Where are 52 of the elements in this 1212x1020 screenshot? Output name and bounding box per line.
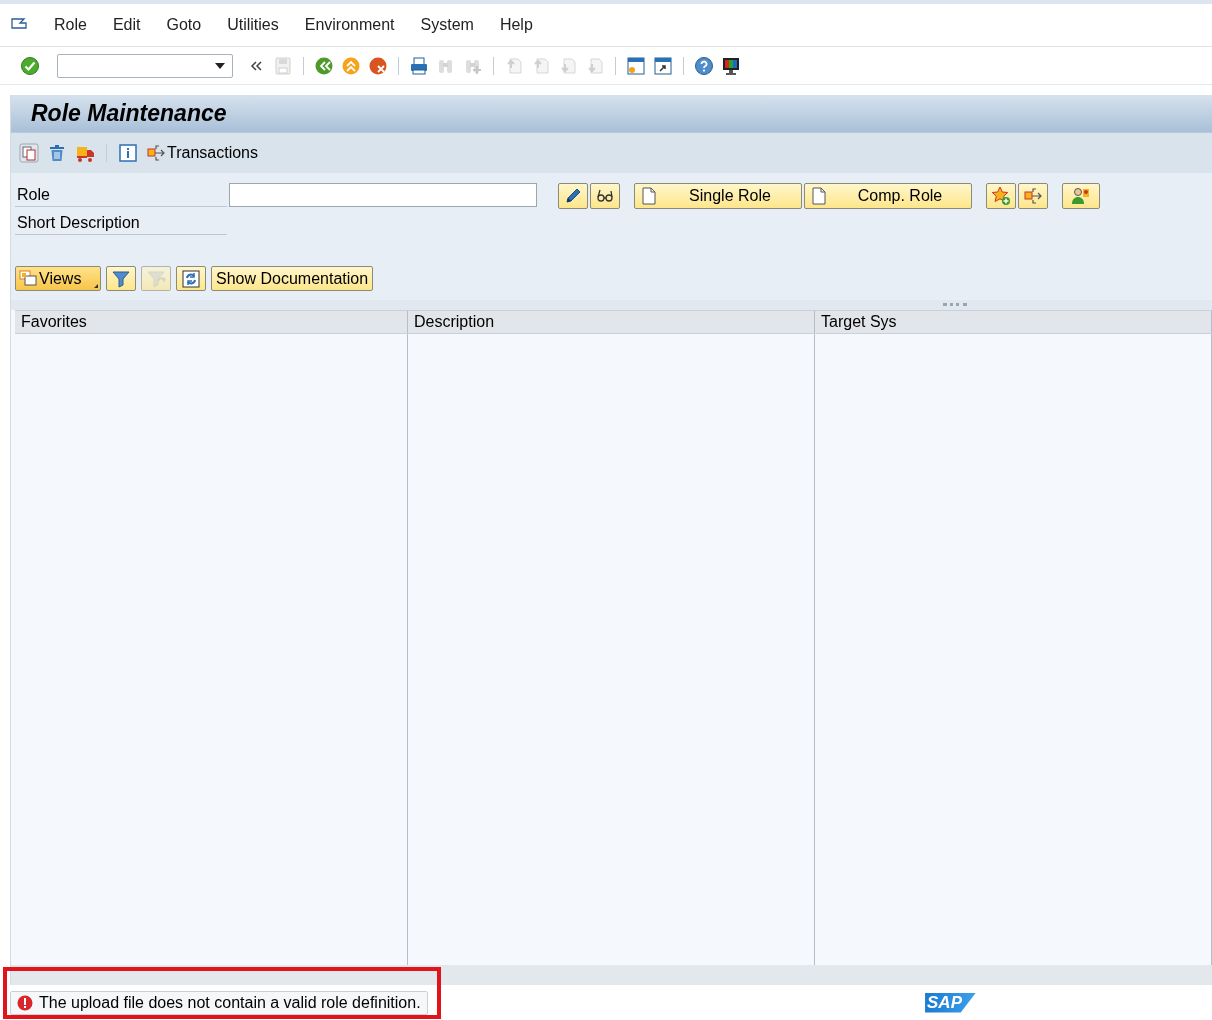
arrow-box-icon[interactable] (146, 143, 166, 163)
star-plus-icon[interactable] (991, 186, 1011, 206)
document-icon[interactable] (809, 186, 829, 206)
views-icon[interactable] (18, 268, 38, 289)
new-window-icon[interactable] (626, 55, 646, 76)
back-icon[interactable] (314, 55, 334, 76)
column-header[interactable]: Favorites (15, 311, 408, 333)
pencil-icon[interactable] (563, 186, 583, 206)
add-favorite-button[interactable] (986, 183, 1016, 209)
role-input[interactable] (229, 183, 537, 207)
transfer-arrow-icon[interactable] (1023, 186, 1043, 206)
sap-logo: SAP (925, 992, 976, 1013)
printer-icon[interactable] (409, 55, 429, 76)
status-message[interactable]: The upload file does not contain a valid role definition. (10, 990, 428, 1015)
shortcut-window-icon[interactable] (653, 55, 673, 76)
filter-icon[interactable] (111, 268, 131, 289)
composite-role-button[interactable]: Comp. Role (804, 183, 972, 209)
field-label: Role (15, 183, 227, 207)
menu-item[interactable]: Help (499, 16, 533, 34)
display-button[interactable] (590, 183, 620, 209)
single-role-button[interactable]: Single Role (634, 183, 802, 209)
trash-icon[interactable] (47, 143, 67, 163)
cancel-icon[interactable] (368, 55, 388, 76)
checkmark-icon[interactable] (20, 55, 40, 76)
field-label: Short Description (15, 211, 227, 235)
transfer-button[interactable] (1018, 183, 1048, 209)
exit-icon[interactable] (341, 55, 361, 76)
dropdown-icon[interactable] (214, 61, 226, 70)
menu-item[interactable]: Environment (304, 16, 395, 34)
copy-frame-icon[interactable] (19, 143, 39, 163)
menu-item[interactable]: Role (54, 16, 87, 34)
info-icon[interactable] (118, 143, 138, 163)
refresh-icon[interactable] (181, 268, 201, 289)
users-icon[interactable] (1071, 186, 1091, 206)
filter-button[interactable] (106, 266, 136, 291)
help-icon[interactable] (694, 55, 714, 76)
document-icon[interactable] (639, 186, 659, 206)
column-header[interactable]: Target Sys (815, 311, 1212, 333)
menu-item[interactable]: System (420, 16, 474, 34)
command-field[interactable] (57, 53, 233, 78)
views-button[interactable]: Views (15, 266, 101, 291)
column-header[interactable]: Description (408, 311, 815, 333)
menu-item[interactable]: Goto (166, 16, 202, 34)
menu-item[interactable]: Edit (112, 16, 141, 34)
menu-item[interactable]: Utilities (227, 16, 279, 34)
monitor-icon[interactable] (721, 55, 741, 76)
screen-title: Role Maintenance (31, 100, 227, 127)
documentation-button[interactable]: Show Documentation (211, 266, 374, 291)
edit-button[interactable] (558, 183, 588, 209)
transactions-link[interactable]: Transactions (167, 144, 258, 162)
user-button[interactable] (1062, 183, 1100, 209)
refresh-button[interactable] (176, 266, 206, 291)
